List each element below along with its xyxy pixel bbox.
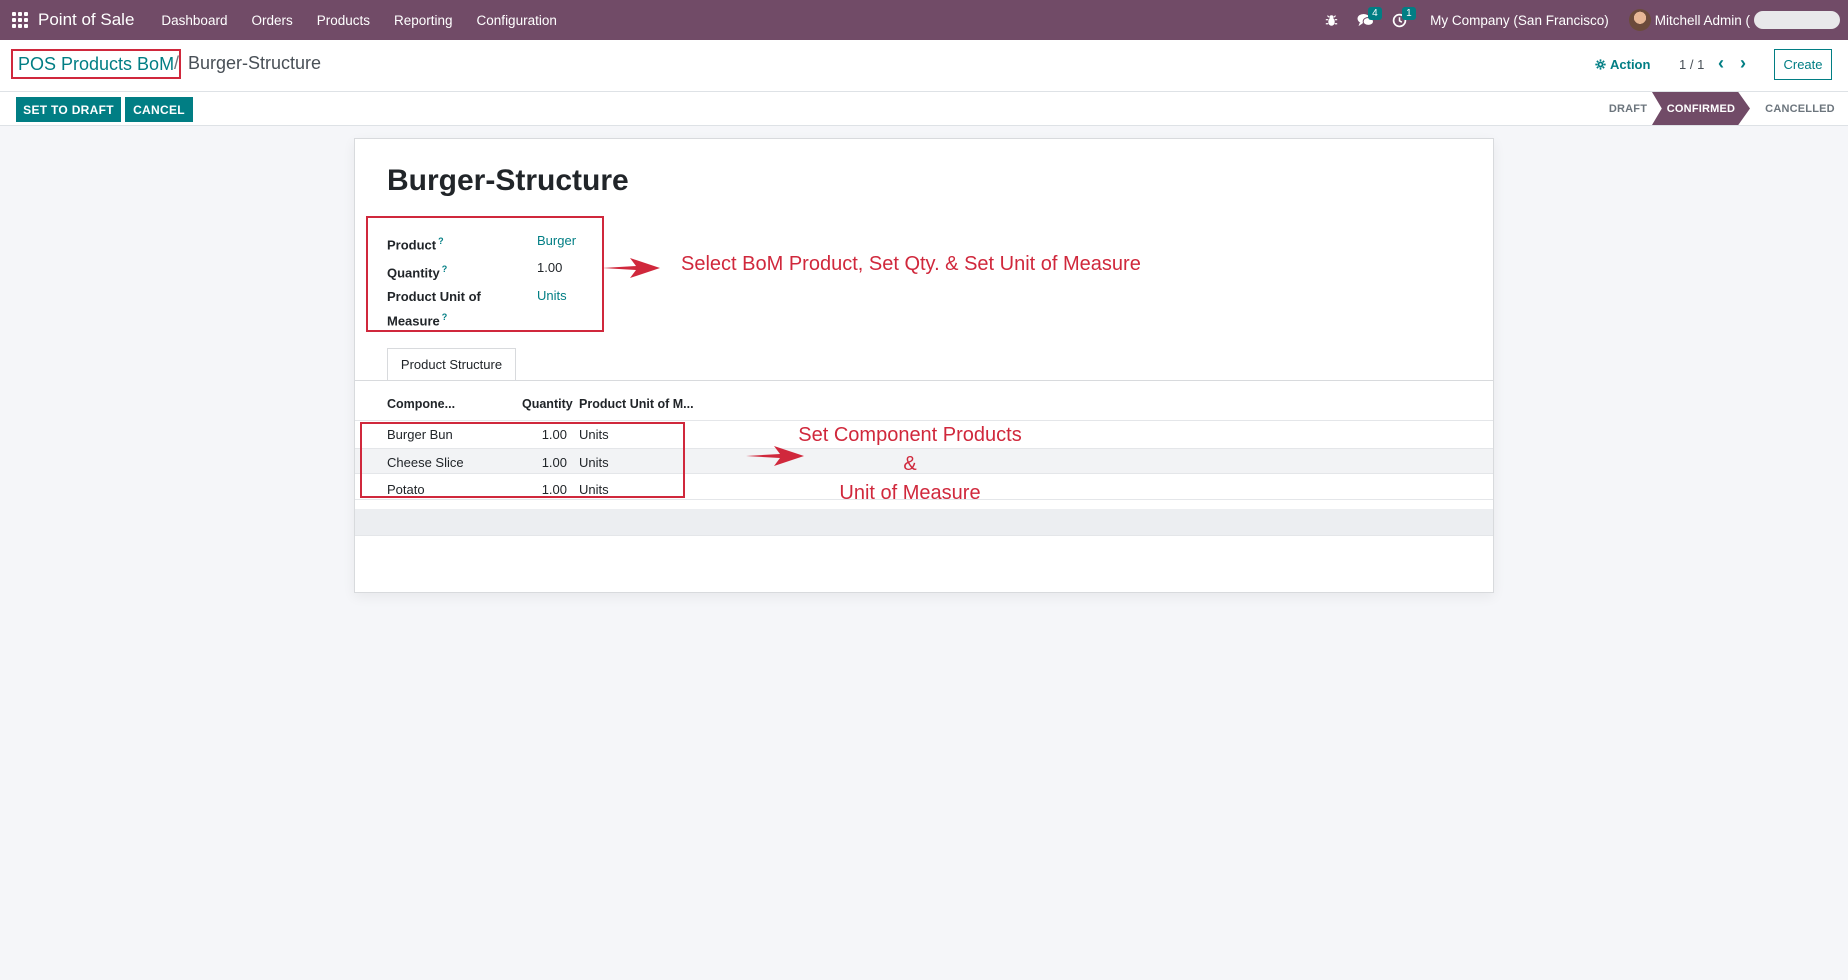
product-label: Product?	[387, 231, 444, 255]
status-bar: SET TO DRAFT CANCEL DRAFT CONFIRMED CANC…	[0, 92, 1848, 126]
quantity-label-text: Quantity	[387, 265, 440, 281]
messages-icon[interactable]: 4	[1354, 0, 1382, 40]
navbar-systray: 4 1 My Company (San Francisco) Mitchell …	[1314, 0, 1848, 40]
menu-products[interactable]: Products	[305, 13, 382, 28]
uom-label-text: Measure	[387, 313, 440, 329]
pager-value[interactable]: 1 / 1	[1679, 57, 1704, 72]
menu-dashboard[interactable]: Dashboard	[149, 13, 239, 28]
stage-cancelled[interactable]: CANCELLED	[1760, 92, 1840, 125]
col-header-uom[interactable]: Product Unit of M...	[579, 397, 694, 411]
breadcrumb-parent[interactable]: POS Products BoM	[11, 49, 182, 79]
company-switcher[interactable]: My Company (San Francisco)	[1430, 13, 1609, 28]
product-field[interactable]: Burger	[537, 233, 576, 248]
tab-product-structure[interactable]: Product Structure	[387, 348, 516, 381]
menu-orders[interactable]: Orders	[239, 13, 304, 28]
annotation-bottom: Set Component Products & Unit of Measure	[755, 421, 1065, 508]
chevron-left-icon[interactable]: ‹	[1718, 53, 1724, 74]
form-sheet: Burger-Structure Product? Burger Quantit…	[354, 138, 1494, 593]
annotation-arrow-icon	[602, 258, 660, 278]
col-header-quantity[interactable]: Quantity	[522, 397, 573, 411]
help-icon[interactable]: ?	[442, 264, 448, 274]
col-header-component[interactable]: Compone...	[387, 397, 455, 411]
quantity-field[interactable]: 1.00	[537, 260, 562, 275]
stage-confirmed[interactable]: CONFIRMED	[1652, 92, 1750, 125]
menu-configuration[interactable]: Configuration	[465, 13, 569, 28]
annotation-top: Select BoM Product, Set Qty. & Set Unit …	[681, 253, 1141, 275]
messages-badge: 4	[1368, 7, 1382, 20]
table-footer-divider	[355, 535, 1493, 536]
uom-label: Product Unit of Measure?	[387, 287, 481, 331]
breadcrumb-separator: /	[174, 53, 180, 73]
breadcrumb-current: Burger-Structure	[188, 53, 322, 73]
activities-badge: 1	[1402, 7, 1416, 20]
stage-draft[interactable]: DRAFT	[1598, 92, 1658, 125]
uom-label-line1: Product Unit of	[387, 289, 481, 304]
help-icon[interactable]: ?	[438, 236, 444, 246]
record-title: Burger-Structure	[387, 164, 629, 197]
user-name-redacted	[1754, 11, 1840, 29]
table-footer	[355, 509, 1493, 535]
action-label: Action	[1610, 57, 1651, 72]
rows-highlight-box	[360, 422, 685, 498]
activities-clock-icon[interactable]: 1	[1388, 0, 1416, 40]
cancel-button[interactable]: CANCEL	[125, 97, 193, 122]
product-label-text: Product	[387, 237, 437, 253]
uom-label-line2: Measure?	[387, 307, 481, 331]
menu-reporting[interactable]: Reporting	[382, 13, 465, 28]
annotation-bottom-line3: Unit of Measure	[839, 482, 981, 504]
annotation-bottom-line1: Set Component Products	[798, 424, 1022, 446]
annotation-bottom-line2: &	[903, 453, 917, 475]
top-navbar: Point of Sale Dashboard Orders Products …	[0, 0, 1848, 40]
debug-bug-icon[interactable]	[1320, 0, 1342, 40]
app-name[interactable]: Point of Sale	[38, 10, 134, 30]
tab-divider	[355, 380, 1493, 381]
help-icon[interactable]: ?	[442, 312, 448, 322]
chevron-right-icon[interactable]: ›	[1740, 53, 1746, 74]
action-button[interactable]: Action	[1595, 57, 1650, 72]
control-panel: POS Products BoM / Burger-Structure Acti…	[0, 40, 1848, 92]
gear-icon	[1595, 59, 1606, 70]
user-menu[interactable]: Mitchell Admin (	[1655, 13, 1750, 28]
user-avatar[interactable]	[1628, 9, 1651, 31]
create-button[interactable]: Create	[1774, 49, 1832, 80]
quantity-label: Quantity?	[387, 259, 447, 283]
apps-menu-icon[interactable]	[11, 11, 29, 29]
uom-field[interactable]: Units	[537, 288, 567, 303]
set-to-draft-button[interactable]: SET TO DRAFT	[16, 97, 121, 122]
